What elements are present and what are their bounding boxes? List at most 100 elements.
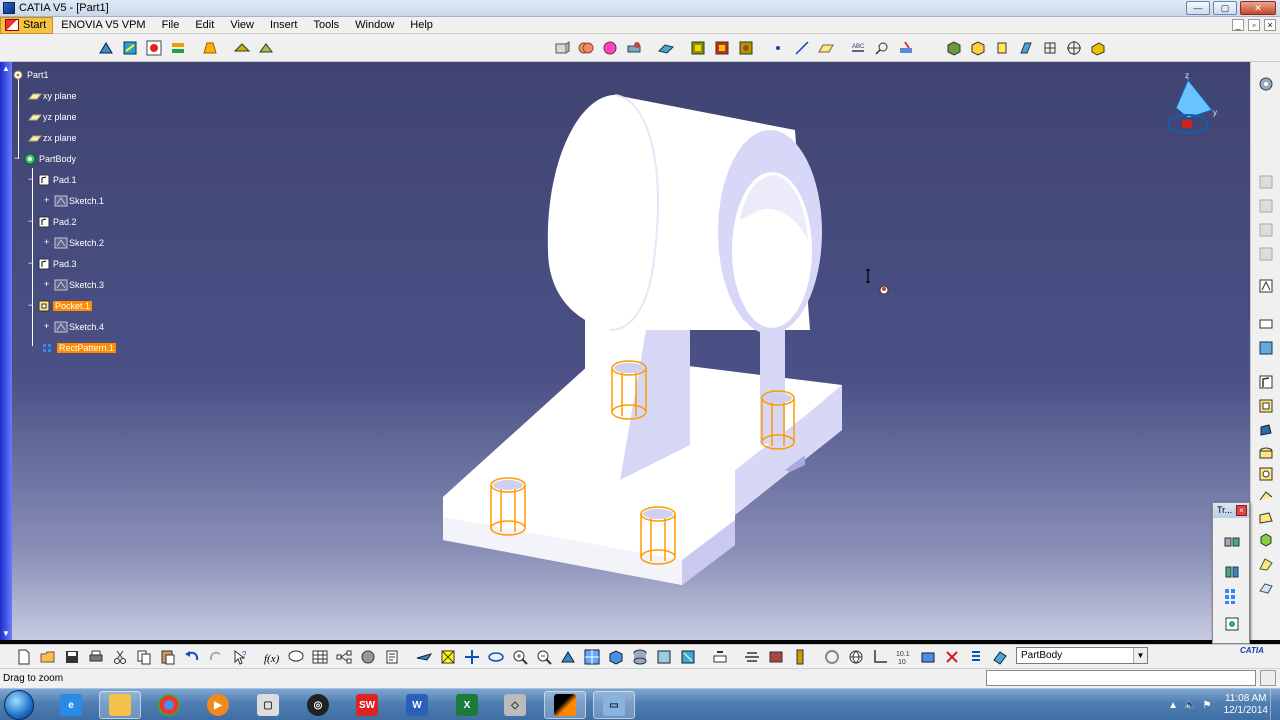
taskbar-window[interactable]: ▭	[593, 691, 635, 719]
tree-node-sketch-2[interactable]: + Sketch.2	[44, 235, 104, 251]
maximize-button[interactable]: ▢	[1213, 1, 1237, 15]
check-icon[interactable]	[144, 38, 164, 58]
minimize-button[interactable]: —	[1186, 1, 1210, 15]
menu-window[interactable]: Window	[347, 17, 402, 34]
collapse-icon[interactable]: −	[28, 300, 38, 312]
analysis-icon[interactable]	[358, 647, 378, 667]
menu-file[interactable]: File	[154, 17, 188, 34]
split-icon[interactable]	[624, 38, 644, 58]
datum-icon[interactable]	[742, 647, 762, 667]
show-desktop-button[interactable]	[1270, 689, 1280, 720]
menu-edit[interactable]: Edit	[187, 17, 222, 34]
table-icon[interactable]	[310, 647, 330, 667]
fillet-tool-icon[interactable]	[1256, 508, 1276, 528]
measure-tool-icon[interactable]	[1256, 314, 1276, 334]
tree-node-pad-3[interactable]: − Pad.3	[28, 256, 77, 272]
whats-this-icon[interactable]: ?	[230, 647, 250, 667]
new-icon[interactable]	[14, 647, 34, 667]
shaft-tool-icon[interactable]	[1256, 420, 1276, 440]
rib-tool-icon[interactable]	[1256, 464, 1276, 484]
current-body-select[interactable]: PartBody ▼	[1016, 647, 1148, 664]
menu-view[interactable]: View	[222, 17, 262, 34]
settings-icon[interactable]	[382, 647, 402, 667]
scroll-up-icon[interactable]: ▲	[2, 64, 10, 73]
taskbar-solidworks[interactable]: SW	[346, 691, 388, 719]
draft-tool-icon[interactable]	[1256, 554, 1276, 574]
measure-item-icon[interactable]	[256, 38, 276, 58]
capture-icon[interactable]	[790, 647, 810, 667]
rectangular-pattern-icon[interactable]	[1223, 587, 1243, 607]
redo-icon[interactable]	[206, 647, 226, 667]
properties-icon[interactable]	[736, 38, 756, 58]
taskbar-file-manager[interactable]: ▢	[247, 691, 289, 719]
compass-view-icon[interactable]	[1064, 38, 1084, 58]
catalog-icon[interactable]	[200, 38, 220, 58]
tree-node-pad-1[interactable]: − Pad.1	[28, 172, 77, 188]
taskbar-explorer[interactable]	[99, 691, 141, 719]
hide-show-icon[interactable]	[688, 38, 708, 58]
menu-tools[interactable]: Tools	[305, 17, 347, 34]
taskbar-vmware[interactable]: ◇	[494, 691, 536, 719]
collapse-icon[interactable]: −	[28, 258, 38, 270]
windows-start-button[interactable]	[4, 690, 34, 720]
collapse-icon[interactable]: −	[14, 153, 24, 165]
normal-view-icon[interactable]	[558, 647, 578, 667]
globe-icon[interactable]	[846, 647, 866, 667]
command-input[interactable]	[986, 670, 1256, 686]
tree-node-sketch-1[interactable]: + Sketch.1	[44, 193, 104, 209]
disabled-tool-2-icon[interactable]	[1256, 196, 1276, 216]
sketch-icon[interactable]	[1256, 276, 1276, 296]
save-icon[interactable]	[62, 647, 82, 667]
knowledge-icon[interactable]	[96, 38, 116, 58]
tree-node-sketch-4[interactable]: + Sketch.4	[44, 319, 104, 335]
collapse-icon[interactable]: −	[28, 216, 38, 228]
annotation-icon[interactable]	[896, 38, 916, 58]
hole-tool-icon[interactable]	[1256, 444, 1276, 464]
axis-tool-icon[interactable]	[766, 647, 786, 667]
menu-enovia[interactable]: ENOVIA V5 VPM	[53, 17, 153, 34]
slot-tool-icon[interactable]	[1256, 486, 1276, 506]
transformation-toolbar[interactable]: Tr... ×	[1212, 502, 1250, 644]
fit-all-icon[interactable]	[438, 647, 458, 667]
tree-node-partbody[interactable]: − PartBody	[14, 151, 76, 167]
pad-sketch-icon[interactable]	[552, 38, 572, 58]
taskbar-word[interactable]: W	[396, 691, 438, 719]
zoom-region-icon[interactable]	[872, 38, 892, 58]
multi-view-icon[interactable]	[582, 647, 602, 667]
view-material-icon[interactable]	[1016, 38, 1036, 58]
cut-icon[interactable]	[110, 647, 130, 667]
menu-help[interactable]: Help	[402, 17, 441, 34]
volume-icon[interactable]: 🔈	[1184, 700, 1196, 711]
rules-icon[interactable]	[168, 38, 188, 58]
update-icon[interactable]	[710, 647, 730, 667]
iso-view-icon[interactable]	[606, 647, 626, 667]
scaling-icon[interactable]	[1223, 615, 1243, 635]
measure-between-icon[interactable]	[232, 38, 252, 58]
view-edges-icon[interactable]	[968, 38, 988, 58]
floating-toolbar-close-button[interactable]: ×	[1236, 505, 1247, 516]
hide-icon[interactable]	[654, 647, 674, 667]
tree-node-xy-plane[interactable]: xy plane	[27, 88, 77, 104]
compass-icon[interactable]: z y	[1167, 71, 1217, 134]
taskbar-internet-explorer[interactable]: e	[50, 691, 92, 719]
rotate-icon[interactable]	[486, 647, 506, 667]
taskbar-media-player[interactable]: ▶	[197, 691, 239, 719]
translation-icon[interactable]	[1223, 533, 1243, 553]
chevron-down-icon[interactable]: ▼	[1133, 648, 1147, 663]
tree-node-part1[interactable]: Part1	[12, 67, 49, 83]
zoom-in-icon[interactable]	[510, 647, 530, 667]
comment-icon[interactable]	[286, 647, 306, 667]
disabled-tool-1-icon[interactable]	[1256, 172, 1276, 192]
zoom-out-icon[interactable]	[534, 647, 554, 667]
refresh-icon[interactable]	[822, 647, 842, 667]
paste-icon[interactable]	[158, 647, 178, 667]
transformation-toolbar-title[interactable]: Tr... ×	[1213, 503, 1249, 518]
action-center-icon[interactable]: ⚑	[1203, 700, 1212, 711]
taskbar-network[interactable]: ◎	[297, 691, 339, 719]
tree-node-sketch-3[interactable]: + Sketch.3	[44, 277, 104, 293]
expand-icon[interactable]: +	[44, 195, 54, 207]
scale-icon[interactable]: 10.1 10	[894, 647, 914, 667]
sketcher-gear-icon[interactable]	[1256, 74, 1276, 94]
view-shading-icon[interactable]	[944, 38, 964, 58]
tree-scroll-bar[interactable]: ▲ ▼	[0, 62, 12, 640]
